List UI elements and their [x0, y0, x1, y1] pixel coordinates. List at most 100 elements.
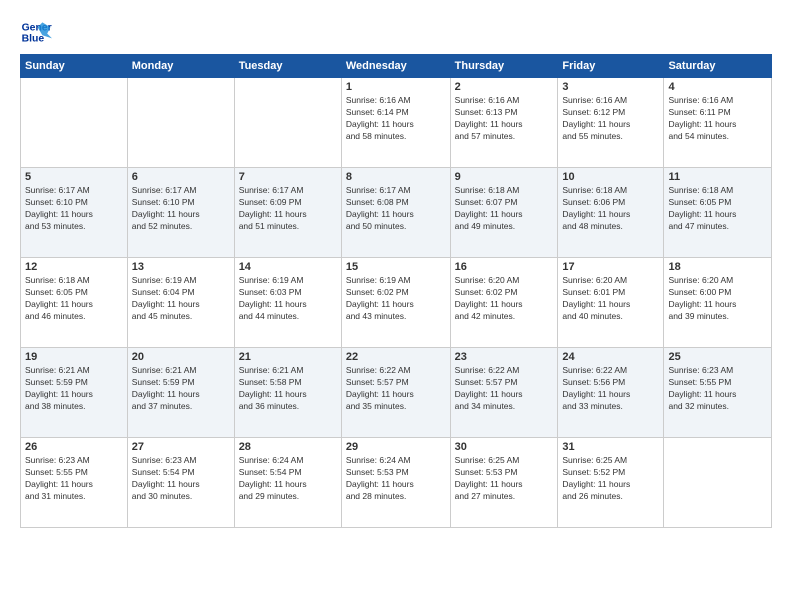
calendar-cell: 14 Sunrise: 6:19 AM Sunset: 6:03 PM Dayli… [234, 258, 341, 348]
day-number: 22 [346, 351, 446, 363]
day-number: 23 [455, 351, 554, 363]
calendar-cell [127, 78, 234, 168]
day-info: Sunrise: 6:23 AM Sunset: 5:55 PM Dayligh… [25, 455, 123, 503]
day-info: Sunrise: 6:21 AM Sunset: 5:58 PM Dayligh… [239, 365, 337, 413]
calendar-cell: 2Sunrise: 6:16 AM Sunset: 6:13 PM Daylig… [450, 78, 558, 168]
day-number: 1 [346, 81, 446, 93]
day-info: Sunrise: 6:21 AM Sunset: 5:59 PM Dayligh… [25, 365, 123, 413]
calendar-cell: 27Sunrise: 6:23 AM Sunset: 5:54 PM Dayli… [127, 438, 234, 528]
calendar-cell: 18 Sunrise: 6:20 AM Sunset: 6:00 PM Dayli… [664, 258, 772, 348]
day-number: 9 [455, 171, 554, 183]
calendar-cell: 15Sunrise: 6:19 AM Sunset: 6:02 PM Dayli… [341, 258, 450, 348]
col-header-sunday: Sunday [21, 55, 128, 78]
calendar-cell: 24 Sunrise: 6:22 AM Sunset: 5:56 PM Dayli… [558, 348, 664, 438]
day-info: Sunrise: 6:17 AM Sunset: 6:09 PM Dayligh… [239, 185, 337, 233]
page: General Blue SundayMondayTuesdayWednesda… [0, 0, 792, 612]
calendar-cell: 16 Sunrise: 6:20 AM Sunset: 6:02 PM Dayli… [450, 258, 558, 348]
day-info: Sunrise: 6:24 AM Sunset: 5:53 PM Dayligh… [346, 455, 446, 503]
col-header-monday: Monday [127, 55, 234, 78]
day-info: Sunrise: 6:24 AM Sunset: 5:54 PM Dayligh… [239, 455, 337, 503]
day-number: 6 [132, 171, 230, 183]
day-number: 26 [25, 441, 123, 453]
day-info: Sunrise: 6:17 AM Sunset: 6:10 PM Dayligh… [132, 185, 230, 233]
calendar-cell: 21 Sunrise: 6:21 AM Sunset: 5:58 PM Dayli… [234, 348, 341, 438]
day-number: 31 [562, 441, 659, 453]
calendar-table: SundayMondayTuesdayWednesdayThursdayFrid… [20, 54, 772, 528]
day-number: 17 [562, 261, 659, 273]
calendar-week-row: 19 Sunrise: 6:21 AM Sunset: 5:59 PM Dayli… [21, 348, 772, 438]
day-number: 27 [132, 441, 230, 453]
day-number: 7 [239, 171, 337, 183]
calendar-cell: 30Sunrise: 6:25 AM Sunset: 5:53 PM Dayli… [450, 438, 558, 528]
day-number: 11 [668, 171, 767, 183]
calendar-cell: 19 Sunrise: 6:21 AM Sunset: 5:59 PM Dayli… [21, 348, 128, 438]
day-number: 3 [562, 81, 659, 93]
day-number: 14 [239, 261, 337, 273]
day-info: Sunrise: 6:18 AM Sunset: 6:07 PM Dayligh… [455, 185, 554, 233]
calendar-cell: 22 Sunrise: 6:22 AM Sunset: 5:57 PM Dayli… [341, 348, 450, 438]
calendar-cell: 29 Sunrise: 6:24 AM Sunset: 5:53 PM Dayli… [341, 438, 450, 528]
day-info: Sunrise: 6:23 AM Sunset: 5:55 PM Dayligh… [668, 365, 767, 413]
day-number: 8 [346, 171, 446, 183]
day-info: Sunrise: 6:22 AM Sunset: 5:57 PM Dayligh… [455, 365, 554, 413]
day-number: 10 [562, 171, 659, 183]
day-number: 29 [346, 441, 446, 453]
calendar-cell: 11 Sunrise: 6:18 AM Sunset: 6:05 PM Dayli… [664, 168, 772, 258]
day-number: 16 [455, 261, 554, 273]
col-header-friday: Friday [558, 55, 664, 78]
day-number: 12 [25, 261, 123, 273]
day-info: Sunrise: 6:17 AM Sunset: 6:08 PM Dayligh… [346, 185, 446, 233]
calendar-cell: 25 Sunrise: 6:23 AM Sunset: 5:55 PM Dayli… [664, 348, 772, 438]
day-number: 18 [668, 261, 767, 273]
calendar-cell: 1Sunrise: 6:16 AM Sunset: 6:14 PM Daylig… [341, 78, 450, 168]
calendar-cell: 5 Sunrise: 6:17 AM Sunset: 6:10 PM Daylig… [21, 168, 128, 258]
calendar-cell [234, 78, 341, 168]
logo-icon: General Blue [20, 16, 52, 48]
day-info: Sunrise: 6:17 AM Sunset: 6:10 PM Dayligh… [25, 185, 123, 233]
day-info: Sunrise: 6:25 AM Sunset: 5:53 PM Dayligh… [455, 455, 554, 503]
day-info: Sunrise: 6:19 AM Sunset: 6:02 PM Dayligh… [346, 275, 446, 323]
calendar-cell: 7 Sunrise: 6:17 AM Sunset: 6:09 PM Daylig… [234, 168, 341, 258]
calendar-cell [21, 78, 128, 168]
calendar-cell: 13 Sunrise: 6:19 AM Sunset: 6:04 PM Dayli… [127, 258, 234, 348]
day-info: Sunrise: 6:16 AM Sunset: 6:12 PM Dayligh… [562, 95, 659, 143]
day-info: Sunrise: 6:25 AM Sunset: 5:52 PM Dayligh… [562, 455, 659, 503]
calendar-cell: 23 Sunrise: 6:22 AM Sunset: 5:57 PM Dayli… [450, 348, 558, 438]
day-number: 28 [239, 441, 337, 453]
calendar-cell: 9 Sunrise: 6:18 AM Sunset: 6:07 PM Daylig… [450, 168, 558, 258]
day-number: 24 [562, 351, 659, 363]
day-info: Sunrise: 6:19 AM Sunset: 6:04 PM Dayligh… [132, 275, 230, 323]
day-number: 13 [132, 261, 230, 273]
day-info: Sunrise: 6:19 AM Sunset: 6:03 PM Dayligh… [239, 275, 337, 323]
calendar-cell [664, 438, 772, 528]
calendar-cell: 31 Sunrise: 6:25 AM Sunset: 5:52 PM Dayli… [558, 438, 664, 528]
day-info: Sunrise: 6:18 AM Sunset: 6:06 PM Dayligh… [562, 185, 659, 233]
calendar-cell: 20Sunrise: 6:21 AM Sunset: 5:59 PM Dayli… [127, 348, 234, 438]
day-number: 20 [132, 351, 230, 363]
day-info: Sunrise: 6:20 AM Sunset: 6:02 PM Dayligh… [455, 275, 554, 323]
day-info: Sunrise: 6:18 AM Sunset: 6:05 PM Dayligh… [25, 275, 123, 323]
day-info: Sunrise: 6:22 AM Sunset: 5:56 PM Dayligh… [562, 365, 659, 413]
calendar-cell: 28 Sunrise: 6:24 AM Sunset: 5:54 PM Dayli… [234, 438, 341, 528]
day-info: Sunrise: 6:20 AM Sunset: 6:01 PM Dayligh… [562, 275, 659, 323]
calendar-week-row: 5 Sunrise: 6:17 AM Sunset: 6:10 PM Daylig… [21, 168, 772, 258]
calendar-cell: 4Sunrise: 6:16 AM Sunset: 6:11 PM Daylig… [664, 78, 772, 168]
day-number: 25 [668, 351, 767, 363]
calendar-cell: 10 Sunrise: 6:18 AM Sunset: 6:06 PM Dayli… [558, 168, 664, 258]
day-number: 5 [25, 171, 123, 183]
calendar-cell: 6 Sunrise: 6:17 AM Sunset: 6:10 PM Daylig… [127, 168, 234, 258]
day-number: 19 [25, 351, 123, 363]
calendar-week-row: 12 Sunrise: 6:18 AM Sunset: 6:05 PM Dayli… [21, 258, 772, 348]
calendar-week-row: 26 Sunrise: 6:23 AM Sunset: 5:55 PM Dayli… [21, 438, 772, 528]
svg-text:Blue: Blue [22, 34, 45, 45]
day-info: Sunrise: 6:20 AM Sunset: 6:00 PM Dayligh… [668, 275, 767, 323]
day-info: Sunrise: 6:16 AM Sunset: 6:13 PM Dayligh… [455, 95, 554, 143]
day-info: Sunrise: 6:22 AM Sunset: 5:57 PM Dayligh… [346, 365, 446, 413]
col-header-tuesday: Tuesday [234, 55, 341, 78]
day-number: 21 [239, 351, 337, 363]
calendar-week-row: 1Sunrise: 6:16 AM Sunset: 6:14 PM Daylig… [21, 78, 772, 168]
day-info: Sunrise: 6:16 AM Sunset: 6:11 PM Dayligh… [668, 95, 767, 143]
calendar-cell: 17 Sunrise: 6:20 AM Sunset: 6:01 PM Dayli… [558, 258, 664, 348]
calendar-cell: 12 Sunrise: 6:18 AM Sunset: 6:05 PM Dayli… [21, 258, 128, 348]
day-info: Sunrise: 6:18 AM Sunset: 6:05 PM Dayligh… [668, 185, 767, 233]
